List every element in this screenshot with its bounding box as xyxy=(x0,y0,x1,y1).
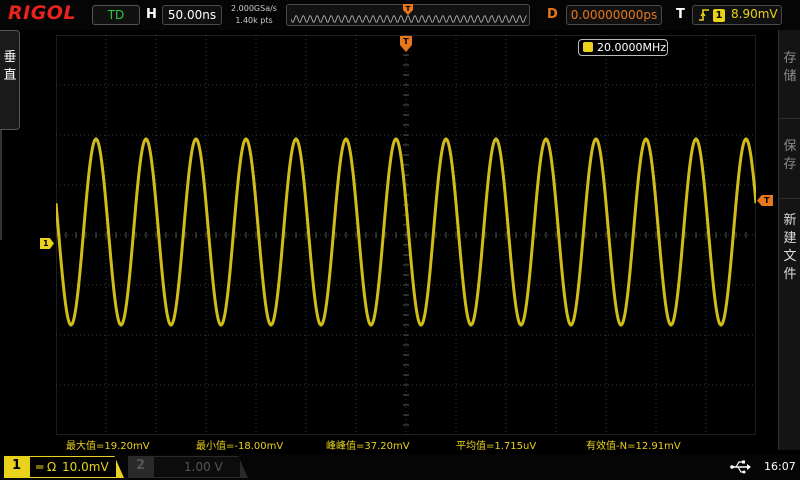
channel-2-scale: 1.00 V xyxy=(184,460,223,474)
trigger-label: T xyxy=(676,7,685,22)
channel-1-scale: 10.0mV xyxy=(62,460,109,474)
trigger-settings[interactable]: 1 8.90mV xyxy=(692,5,782,25)
usb-icon xyxy=(730,460,751,474)
channel-2-number: 2 xyxy=(136,458,146,473)
clock: 16:07 xyxy=(764,460,796,473)
channel-1-offset-marker[interactable]: 1 xyxy=(40,238,54,249)
vertical-menu-tab[interactable]: 垂直 xyxy=(0,30,20,130)
channel-bar: 1 ═ Ω 10.0mV 2 1.00 V 16:07 xyxy=(0,454,800,480)
softkey-divider xyxy=(779,198,800,199)
rising-edge-icon xyxy=(699,8,709,25)
softkey-divider xyxy=(779,118,800,119)
svg-text:T: T xyxy=(403,37,409,46)
channel-1-number: 1 xyxy=(12,458,22,473)
measurement-bar: 最大值=19.20mV 最小值=-18.00mV 峰峰值=37.20mV 平均值… xyxy=(56,436,756,452)
channel-1-settings: ═ Ω 10.0mV xyxy=(30,457,116,477)
graticule xyxy=(56,35,756,435)
trigger-level-value: 8.90mV xyxy=(731,7,778,21)
frequency-readout: 20.0000MHz xyxy=(578,39,668,56)
channel-1-tab[interactable]: 1 ═ Ω 10.0mV xyxy=(4,456,124,478)
horizontal-label: H xyxy=(146,7,157,22)
softkey-menu: 存储 保存 新建文件 xyxy=(778,30,800,450)
trigger-level-marker[interactable]: T xyxy=(757,195,773,206)
memory-overview-trace xyxy=(291,15,527,23)
channel-1-coupling: ═ Ω xyxy=(36,460,57,474)
memory-overview-wave xyxy=(291,15,527,23)
sample-rate: 2.000GSa/s xyxy=(231,4,277,13)
trigger-position-marker-icon[interactable]: T xyxy=(400,36,412,52)
memory-trigger-marker-icon: T xyxy=(403,4,413,15)
measurement-rms[interactable]: 有效值-N=12.91mV xyxy=(586,437,681,452)
measurement-max[interactable]: 最大值=19.20mV xyxy=(66,437,150,452)
delay-label: D xyxy=(547,7,558,22)
svg-text:T: T xyxy=(406,5,411,13)
measurement-average[interactable]: 平均值=1.715uV xyxy=(456,437,536,452)
run-state-indicator[interactable]: TD xyxy=(92,5,140,25)
measurement-min[interactable]: 最小值=-18.00mV xyxy=(196,437,283,452)
memory-position-bar[interactable]: T xyxy=(286,4,530,26)
timebase-value[interactable]: 50.00ns xyxy=(162,5,222,25)
status-bar: RIGOL TD H 50.00ns 2.000GSa/s 1.40k pts … xyxy=(0,0,800,30)
vertical-label: 垂直 xyxy=(3,50,17,83)
trigger-source-badge: 1 xyxy=(713,9,725,22)
waveform-display[interactable] xyxy=(56,35,756,435)
channel-2-tab[interactable]: 2 1.00 V xyxy=(128,456,248,478)
channel-1-icon xyxy=(583,42,593,52)
channel-2-settings: 1.00 V xyxy=(154,457,240,477)
measurement-peak-to-peak[interactable]: 峰峰值=37.20mV xyxy=(326,437,410,452)
memory-depth: 1.40k pts xyxy=(235,16,273,25)
sample-info: 2.000GSa/s 1.40k pts xyxy=(226,3,282,27)
left-divider xyxy=(0,130,2,240)
frequency-value: 20.0000MHz xyxy=(597,41,667,54)
store-softkey[interactable]: 存储 xyxy=(781,50,799,86)
trigger-delay-value[interactable]: 0.00000000ps xyxy=(566,5,662,25)
new-file-softkey[interactable]: 新建文件 xyxy=(781,212,799,284)
brand-logo: RIGOL xyxy=(8,2,77,24)
save-softkey[interactable]: 保存 xyxy=(781,138,799,174)
